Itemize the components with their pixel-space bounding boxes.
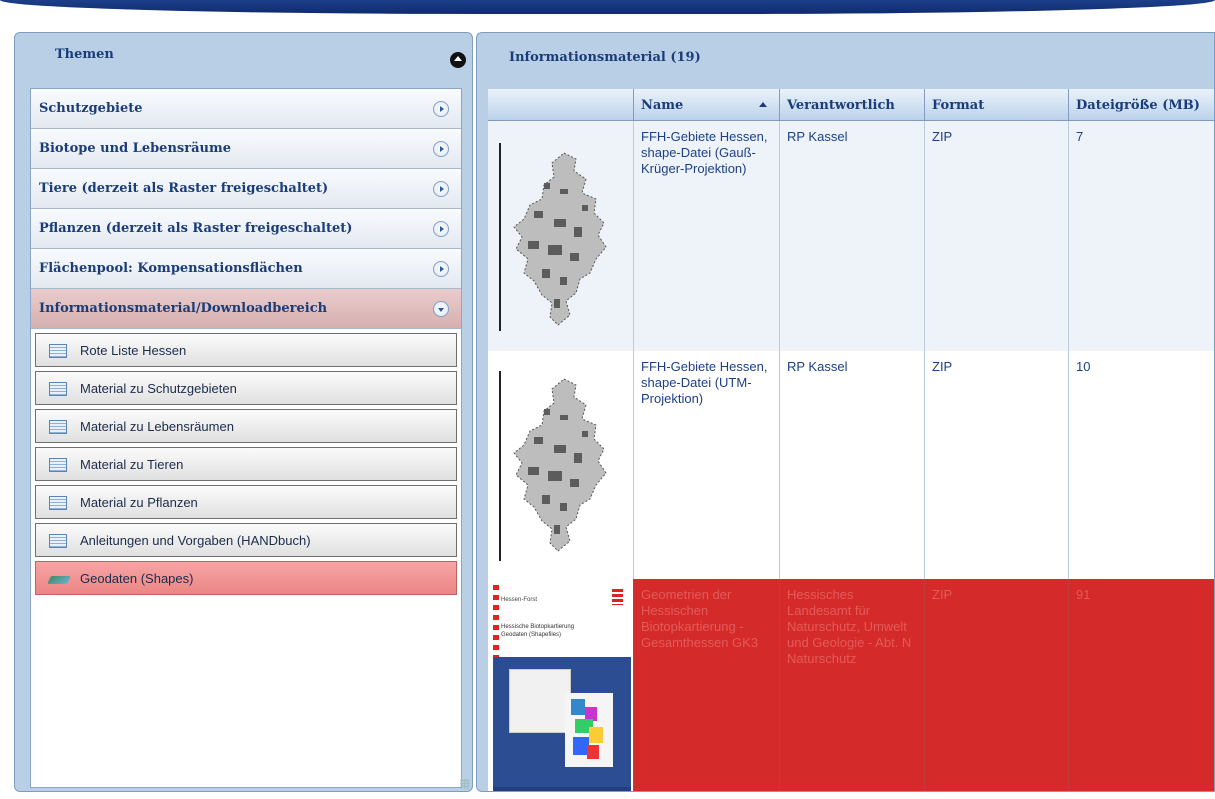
subitem-schutzgebiete[interactable]: Material zu Schutzgebieten [35, 371, 457, 405]
subitem-tieren[interactable]: Material zu Tieren [35, 447, 457, 481]
list-icon [49, 534, 67, 548]
size-cell: 10 [1076, 359, 1091, 374]
cover-footer [493, 787, 631, 791]
expand-arrow-icon[interactable] [433, 221, 449, 237]
subitem-lebensraeume[interactable]: Material zu Lebensräumen [35, 409, 457, 443]
header-size-label: Dateigröße (MB) [1076, 97, 1200, 113]
list-icon [49, 458, 67, 472]
hessen-crest-icon [612, 589, 623, 605]
top-banner [0, 0, 1215, 26]
subitem-label: Geodaten (Shapes) [80, 570, 194, 586]
collapse-arrow-icon[interactable] [433, 301, 449, 317]
topics-list: Schutzgebiete Biotope und Lebensräume Ti… [30, 88, 462, 788]
subitem-label: Material zu Schutzgebieten [80, 380, 237, 396]
topics-panel-title: Themen [55, 47, 114, 62]
cover-title-line2: Geodaten (Shapefiles) [501, 632, 562, 638]
hessen-map-thumbnail [513, 378, 607, 552]
list-icon [49, 382, 67, 396]
hessen-map-thumbnail [513, 152, 607, 326]
grid-header: Name Verantwortlich Format Dateigröße (M… [488, 89, 1214, 121]
size-cell: 91 [1076, 587, 1091, 602]
responsible-cell: Hessisches Landesamt für Naturschutz, Um… [780, 579, 925, 791]
thumbnail-cell: Hessen-Forst Hessische Biotopkartierung … [488, 579, 634, 791]
expand-arrow-icon[interactable] [433, 181, 449, 197]
subitem-label: Anleitungen und Vorgaben (HANDbuch) [80, 532, 311, 548]
subitem-label: Material zu Lebensräumen [80, 418, 234, 434]
table-row-selected[interactable]: Hessen-Forst Hessische Biotopkartierung … [488, 579, 1214, 791]
expand-arrow-icon[interactable] [433, 141, 449, 157]
top-banner-band [0, 0, 1215, 14]
category-label: Tiere (derzeit als Raster freigeschaltet… [39, 181, 329, 196]
header-format[interactable]: Format [925, 89, 1069, 121]
info-material-panel: Informationsmaterial (19) Name Verantwor… [476, 32, 1215, 792]
header-name-label: Name [641, 97, 684, 113]
category-schutzgebiete[interactable]: Schutzgebiete [31, 89, 461, 129]
list-icon [49, 496, 67, 510]
info-material-title: Informationsmaterial (19) [509, 50, 701, 65]
subitem-pflanzen[interactable]: Material zu Pflanzen [35, 485, 457, 519]
subitem-rote-liste[interactable]: Rote Liste Hessen [35, 333, 457, 367]
responsible-cell: RP Kassel [780, 121, 925, 351]
format-cell: ZIP [925, 351, 1069, 579]
size-cell: 7 [1076, 129, 1084, 144]
subitem-label: Rote Liste Hessen [80, 342, 187, 358]
category-biotope[interactable]: Biotope und Lebensräume [31, 129, 461, 169]
thumbnail-border [499, 143, 501, 331]
expand-arrow-icon[interactable] [433, 261, 449, 277]
thumbnail-border [499, 371, 501, 561]
header-thumbnail [488, 89, 634, 121]
subitem-label: Material zu Tieren [80, 456, 184, 472]
name-cell[interactable]: FFH-Gebiete Hessen, shape-Datei (UTM-Pro… [634, 351, 780, 579]
responsible-cell: RP Kassel [780, 351, 925, 579]
category-label: Schutzgebiete [39, 101, 143, 116]
subitem-label: Material zu Pflanzen [80, 494, 198, 510]
collapse-panel-button[interactable] [450, 52, 466, 68]
cover-colored-map-image [565, 693, 613, 767]
cover-title: Hessische Biotopkartierung Geodaten (Sha… [501, 623, 574, 639]
category-label: Informationsmaterial/Downloadbereich [39, 301, 328, 316]
header-name[interactable]: Name [634, 89, 780, 121]
category-informationsmaterial[interactable]: Informationsmaterial/Downloadbereich [31, 289, 461, 329]
sort-ascending-icon [759, 102, 767, 107]
thumbnail-cell [488, 121, 634, 351]
format-cell: ZIP [925, 579, 1069, 791]
document-cover-thumbnail: Hessen-Forst Hessische Biotopkartierung … [493, 585, 631, 791]
subitem-anleitungen[interactable]: Anleitungen und Vorgaben (HANDbuch) [35, 523, 457, 557]
header-responsible[interactable]: Verantwortlich [780, 89, 925, 121]
category-flaechenpool[interactable]: Flächenpool: Kompensationsflächen [31, 249, 461, 289]
table-row[interactable]: FFH-Gebiete Hessen, shape-Datei (Gauß-Kr… [488, 121, 1214, 351]
category-pflanzen[interactable]: Pflanzen (derzeit als Raster freigeschal… [31, 209, 461, 249]
header-size[interactable]: Dateigröße (MB) [1069, 89, 1214, 121]
list-icon [49, 420, 67, 434]
header-format-label: Format [932, 97, 985, 113]
documents-grid: Name Verantwortlich Format Dateigröße (M… [488, 89, 1214, 791]
category-label: Biotope und Lebensräume [39, 141, 231, 156]
name-cell[interactable]: Geometrien der Hessischen Biotopkartieru… [634, 579, 780, 791]
table-row[interactable]: FFH-Gebiete Hessen, shape-Datei (UTM-Pro… [488, 351, 1214, 579]
category-label: Pflanzen (derzeit als Raster freigeschal… [39, 221, 353, 236]
format-cell: ZIP [925, 121, 1069, 351]
cover-header: Hessen-Forst [501, 597, 538, 603]
category-tiere[interactable]: Tiere (derzeit als Raster freigeschaltet… [31, 169, 461, 209]
category-label: Flächenpool: Kompensationsflächen [39, 261, 303, 276]
topics-panel: Themen Schutzgebiete Biotope und Lebensr… [14, 32, 473, 792]
cover-stripes [493, 585, 499, 657]
name-cell[interactable]: FFH-Gebiete Hessen, shape-Datei (Gauß-Kr… [634, 121, 780, 351]
resize-grip-icon[interactable] [460, 779, 470, 789]
layer-icon [49, 574, 69, 586]
subitem-geodaten[interactable]: Geodaten (Shapes) [35, 561, 457, 595]
cover-title-line1: Hessische Biotopkartierung [501, 624, 575, 630]
header-responsible-label: Verantwortlich [787, 97, 895, 113]
list-icon [49, 344, 67, 358]
cover-map-image [509, 669, 571, 733]
expand-arrow-icon[interactable] [433, 101, 449, 117]
thumbnail-cell [488, 351, 634, 579]
